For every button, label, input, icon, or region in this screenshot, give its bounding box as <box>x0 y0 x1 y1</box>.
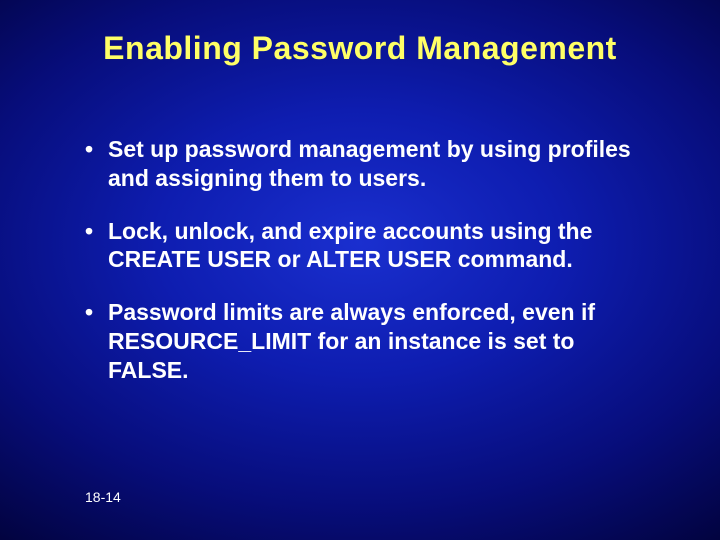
slide-title: Enabling Password Management <box>0 30 720 67</box>
bullet-item: Password limits are always enforced, eve… <box>85 298 650 384</box>
bullet-list: Set up password management by using prof… <box>85 135 650 408</box>
bullet-item: Set up password management by using prof… <box>85 135 650 193</box>
slide: Enabling Password Management Set up pass… <box>0 0 720 540</box>
bullet-item: Lock, unlock, and expire accounts using … <box>85 217 650 275</box>
slide-footer: 18-14 <box>85 489 121 505</box>
